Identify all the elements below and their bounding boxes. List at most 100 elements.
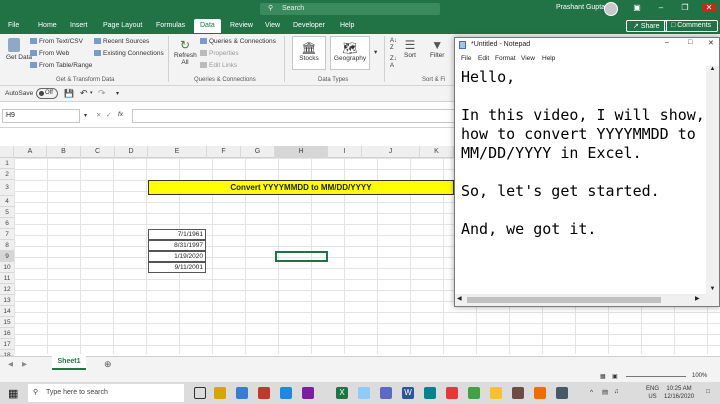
- tray-overflow-icon[interactable]: ^: [590, 389, 593, 396]
- page-layout-view-icon[interactable]: ▣: [612, 373, 618, 380]
- notepad-maximize-icon[interactable]: □: [688, 39, 692, 46]
- task-view-icon[interactable]: [194, 387, 206, 399]
- column-header-k[interactable]: K: [420, 146, 454, 158]
- notepad-text-area[interactable]: Hello, In this video, I will show, how t…: [461, 68, 705, 239]
- network-icon[interactable]: ▤: [602, 388, 608, 396]
- menu-developer[interactable]: Developer: [293, 22, 325, 29]
- row-header-1[interactable]: 1: [0, 158, 14, 169]
- user-name[interactable]: Prashant Gupta: [556, 4, 605, 11]
- row-header-3[interactable]: 3: [0, 180, 14, 196]
- data-types-expand-icon[interactable]: ▾: [374, 48, 377, 56]
- from-table-range-button[interactable]: From Table/Range: [30, 62, 92, 69]
- get-data-button[interactable]: Get Data: [6, 38, 32, 61]
- notepad-taskbar-icon[interactable]: [358, 387, 370, 399]
- namebox-dropdown-icon[interactable]: ▾: [84, 112, 87, 119]
- date-cell-e9[interactable]: 1/19/2020: [148, 251, 206, 262]
- windows-start-icon[interactable]: ▦: [8, 387, 18, 400]
- search-box[interactable]: ⚲ Search: [260, 3, 440, 15]
- restore-icon[interactable]: ❐: [678, 3, 692, 12]
- menu-insert[interactable]: Insert: [70, 22, 88, 29]
- filter-button[interactable]: ▼ Filter: [430, 38, 444, 59]
- language-indicator[interactable]: ENG US: [646, 385, 659, 401]
- fx-button[interactable]: fx: [118, 111, 123, 118]
- notifications-icon[interactable]: □: [706, 388, 710, 395]
- menu-formulas[interactable]: Formulas: [156, 22, 185, 29]
- zoom-slider[interactable]: [626, 376, 686, 377]
- app-icon-12[interactable]: [534, 387, 546, 399]
- scroll-up-icon[interactable]: ▲: [706, 66, 719, 72]
- refresh-all-button[interactable]: ↻ Refresh All: [174, 38, 197, 66]
- undo-dropdown-icon[interactable]: ▾: [90, 90, 93, 96]
- app-icon-8[interactable]: [446, 387, 458, 399]
- recent-sources-button[interactable]: Recent Sources: [94, 38, 149, 45]
- row-header-16[interactable]: 16: [0, 328, 14, 339]
- scroll-right-icon[interactable]: ▶: [695, 295, 700, 302]
- row-header-2[interactable]: 2: [0, 169, 14, 180]
- date-cell-e7[interactable]: 7/1/1961: [148, 229, 206, 240]
- title-cell-banner[interactable]: Convert YYYYMMDD to MM/DD/YYYY: [148, 180, 454, 195]
- existing-connections-button[interactable]: Existing Connections: [94, 50, 164, 57]
- menu-home[interactable]: Home: [38, 22, 57, 29]
- customize-qat-icon[interactable]: ▾: [116, 90, 119, 97]
- row-header-6[interactable]: 6: [0, 218, 14, 229]
- date-cell-e10[interactable]: 9/11/2001: [148, 262, 206, 273]
- notepad-title-bar[interactable]: *Untitled - Notepad – □ ✕: [455, 38, 719, 53]
- from-web-button[interactable]: From Web: [30, 50, 69, 57]
- zoom-level[interactable]: 100%: [692, 373, 707, 379]
- notepad-vertical-scrollbar[interactable]: ▲ ▼: [706, 66, 719, 306]
- column-header-f[interactable]: F: [207, 146, 241, 158]
- sort-button[interactable]: ☰ Sort: [404, 38, 416, 59]
- menu-review[interactable]: Review: [230, 22, 253, 29]
- sheet-tab[interactable]: Sheet1: [52, 356, 86, 370]
- app-icon-9[interactable]: [468, 387, 480, 399]
- queries-connections-button[interactable]: Queries & Connections: [200, 38, 276, 45]
- row-header-5[interactable]: 5: [0, 207, 14, 218]
- notepad-menu-format[interactable]: Format: [495, 55, 516, 62]
- scroll-left-icon[interactable]: ◀: [457, 295, 462, 302]
- app-icon-3[interactable]: [258, 387, 270, 399]
- menu-data[interactable]: Data: [194, 19, 221, 33]
- enter-icon[interactable]: ✓: [106, 111, 111, 119]
- scroll-down-icon[interactable]: ▼: [706, 286, 719, 292]
- app-icon-1[interactable]: [214, 387, 226, 399]
- row-header-13[interactable]: 13: [0, 295, 14, 306]
- properties-button[interactable]: Properties: [200, 50, 239, 57]
- sort-az-icon[interactable]: A↓ Z: [390, 38, 397, 52]
- add-sheet-icon[interactable]: ⊕: [104, 359, 112, 370]
- menu-file[interactable]: File: [8, 22, 19, 29]
- next-sheet-icon[interactable]: ▶: [22, 360, 27, 368]
- row-header-4[interactable]: 4: [0, 196, 14, 207]
- row-header-7[interactable]: 7: [0, 229, 14, 240]
- column-header-a[interactable]: A: [14, 146, 47, 158]
- app-icon-10[interactable]: [490, 387, 502, 399]
- autosave-toggle[interactable]: Off: [36, 88, 58, 99]
- menu-help[interactable]: Help: [340, 22, 354, 29]
- row-header-17[interactable]: 17: [0, 339, 14, 350]
- clock[interactable]: 10:25 AM 12/16/2020: [664, 385, 694, 401]
- share-button[interactable]: ↗ Share: [626, 20, 667, 32]
- stocks-button[interactable]: 🏛 Stocks: [292, 36, 326, 70]
- app-icon-13[interactable]: [556, 387, 568, 399]
- comments-button[interactable]: □ Comments: [664, 20, 719, 32]
- geography-button[interactable]: 🗺 Geography: [330, 36, 370, 70]
- column-header-d[interactable]: D: [115, 146, 148, 158]
- app-icon-11[interactable]: [512, 387, 524, 399]
- notepad-close-icon[interactable]: ✕: [708, 39, 714, 47]
- name-box[interactable]: H9: [2, 109, 80, 123]
- minimize-icon[interactable]: –: [654, 3, 668, 12]
- app-icon-6[interactable]: [380, 387, 392, 399]
- app-icon-4[interactable]: [280, 387, 292, 399]
- notepad-menu-view[interactable]: View: [521, 55, 535, 62]
- row-header-10[interactable]: 10: [0, 262, 14, 273]
- app-icon-7[interactable]: [424, 387, 436, 399]
- undo-icon[interactable]: ↶: [80, 88, 88, 99]
- app-icon-2[interactable]: [236, 387, 248, 399]
- column-header-c[interactable]: C: [81, 146, 115, 158]
- app-icon-5[interactable]: [302, 387, 314, 399]
- row-header-12[interactable]: 12: [0, 284, 14, 295]
- column-header-e[interactable]: E: [148, 146, 207, 158]
- notepad-menu-edit[interactable]: Edit: [478, 55, 489, 62]
- date-cell-e8[interactable]: 8/31/1997: [148, 240, 206, 251]
- selected-cell-h9[interactable]: [275, 251, 328, 262]
- row-header-14[interactable]: 14: [0, 306, 14, 317]
